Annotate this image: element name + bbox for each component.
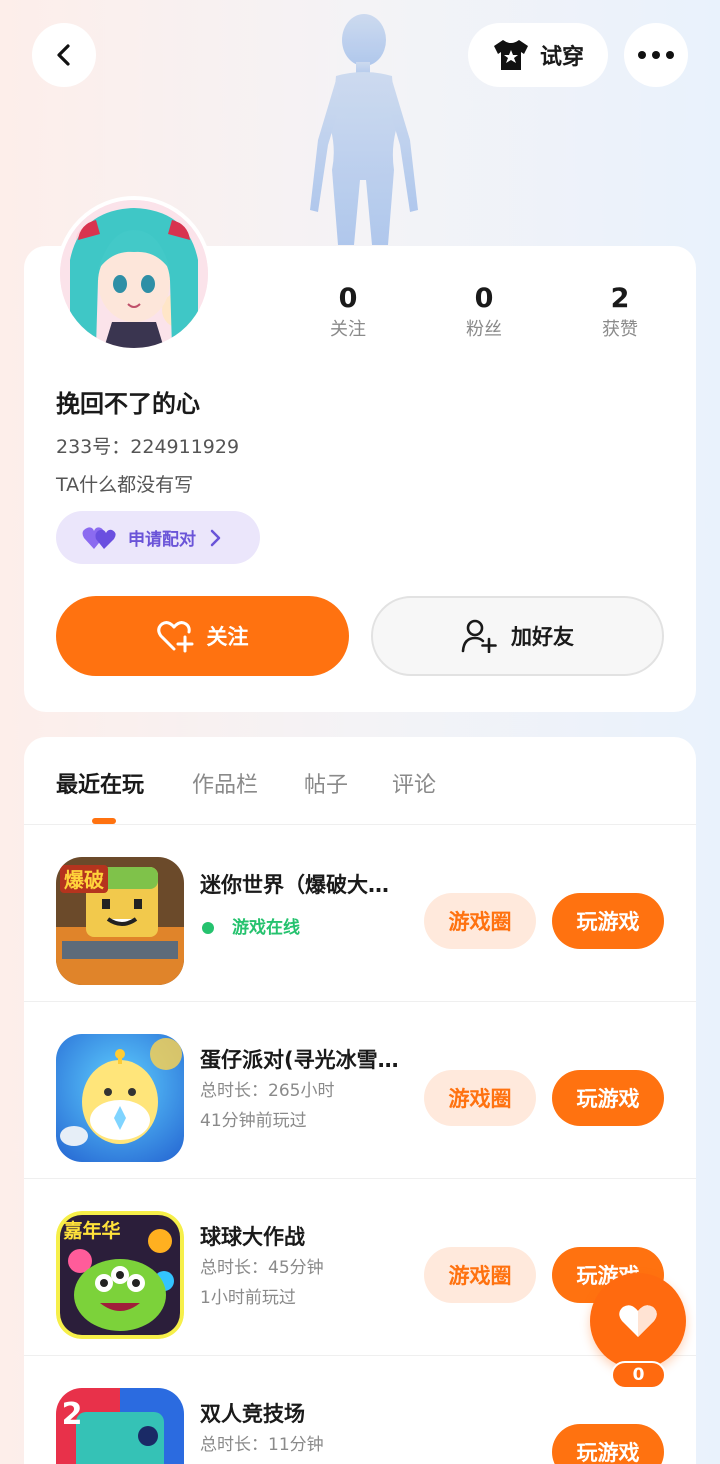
- game-status: 游戏在线: [200, 913, 300, 938]
- username: 挽回不了的心: [56, 390, 200, 418]
- game-icon-mini-world[interactable]: 爆破: [56, 857, 184, 985]
- tshirt-icon: [493, 40, 528, 70]
- game-circle-button[interactable]: 游戏圈: [424, 1247, 536, 1303]
- anime-avatar-image: [60, 200, 208, 348]
- add-friend-button[interactable]: 加好友: [371, 596, 664, 676]
- game-row[interactable]: 蛋仔派对(寻光冰雪… 总时长：265小时 41分钟前玩过 游戏圈 玩游戏: [24, 1002, 696, 1179]
- try-on-button[interactable]: 试穿: [468, 23, 608, 87]
- heart-plus-icon: [156, 621, 193, 653]
- game-icon-eggy-party[interactable]: [56, 1034, 184, 1162]
- avatar[interactable]: [56, 196, 212, 352]
- tab-indicator: [92, 818, 116, 824]
- tab-recently-played[interactable]: 最近在玩: [56, 767, 144, 799]
- game-last-played: 41分钟前玩过: [200, 1111, 307, 1131]
- game-duration: 总时长：11分钟: [200, 1435, 324, 1455]
- game-duration: 总时长：265小时: [200, 1081, 335, 1101]
- stat-fans-label: 粉丝: [466, 319, 502, 340]
- stat-following[interactable]: 0 关注: [298, 282, 398, 344]
- request-pair-label: 申请配对: [128, 530, 196, 550]
- add-friend-label: 加好友: [511, 625, 574, 649]
- game-name: 球球大作战: [200, 1225, 305, 1249]
- tab-works[interactable]: 作品栏: [192, 767, 258, 799]
- game-duration: 总时长：45分钟: [200, 1258, 324, 1278]
- game-last-played: 1小时前玩过: [200, 1288, 296, 1308]
- request-pair-button[interactable]: 申请配对: [56, 511, 260, 564]
- back-button[interactable]: [32, 23, 96, 87]
- game-row[interactable]: 2 双人竞技场 总时长：11分钟 玩游戏: [24, 1356, 696, 1464]
- game-icon-text: 嘉年华: [62, 1219, 120, 1242]
- activity-card: 最近在玩 作品栏 帖子 评论 爆破 迷你世界（爆破大… 游戏在线 游戏圈 玩游戏…: [24, 737, 696, 1464]
- avatar-3d-figure[interactable]: [296, 10, 426, 250]
- add-user-icon: [461, 619, 497, 653]
- back-arrow-icon: [57, 44, 70, 66]
- play-game-button[interactable]: 玩游戏: [552, 893, 664, 949]
- play-game-button[interactable]: 玩游戏: [552, 1070, 664, 1126]
- game-icon-text: 爆破: [64, 868, 104, 892]
- stat-following-label: 关注: [330, 319, 366, 340]
- stat-likes-value: 2: [610, 283, 630, 314]
- stat-fans[interactable]: 0 粉丝: [434, 282, 534, 344]
- like-button[interactable]: [590, 1273, 686, 1369]
- stat-following-value: 0: [338, 283, 358, 314]
- more-button[interactable]: [624, 23, 688, 87]
- stat-fans-value: 0: [474, 283, 494, 314]
- game-icon-ball-battle[interactable]: 嘉年华: [56, 1211, 184, 1339]
- chevron-right-icon: [210, 529, 221, 546]
- more-dots-icon: [638, 51, 674, 59]
- heart-icon: [619, 1305, 657, 1337]
- try-on-label: 试穿: [539, 45, 584, 70]
- game-name: 蛋仔派对(寻光冰雪…: [200, 1048, 399, 1072]
- game-name: 迷你世界（爆破大…: [200, 873, 389, 897]
- game-row[interactable]: 爆破 迷你世界（爆破大… 游戏在线 游戏圈 玩游戏: [24, 825, 696, 1002]
- double-heart-icon: [82, 526, 116, 549]
- game-circle-button[interactable]: 游戏圈: [424, 1070, 536, 1126]
- like-count-badge: 0: [611, 1361, 666, 1389]
- game-icon-duel-arena[interactable]: 2: [56, 1388, 184, 1464]
- stat-likes-label: 获赞: [602, 319, 638, 340]
- game-circle-button[interactable]: 游戏圈: [424, 893, 536, 949]
- follow-label: 关注: [206, 625, 249, 649]
- online-dot-icon: [202, 922, 214, 934]
- follow-button[interactable]: 关注: [56, 596, 349, 676]
- game-icon-text: 2: [62, 1397, 83, 1432]
- stat-likes[interactable]: 2 获赞: [570, 282, 670, 344]
- tab-bar: 最近在玩 作品栏 帖子 评论: [24, 737, 696, 825]
- play-game-button[interactable]: 玩游戏: [552, 1424, 664, 1464]
- game-online-text: 游戏在线: [232, 918, 300, 938]
- user-bio: TA什么都没有写: [56, 474, 194, 496]
- user-id: 233号：224911929: [56, 436, 240, 458]
- tab-comments[interactable]: 评论: [392, 767, 436, 799]
- game-name: 双人竞技场: [200, 1402, 305, 1426]
- tab-posts[interactable]: 帖子: [304, 767, 348, 799]
